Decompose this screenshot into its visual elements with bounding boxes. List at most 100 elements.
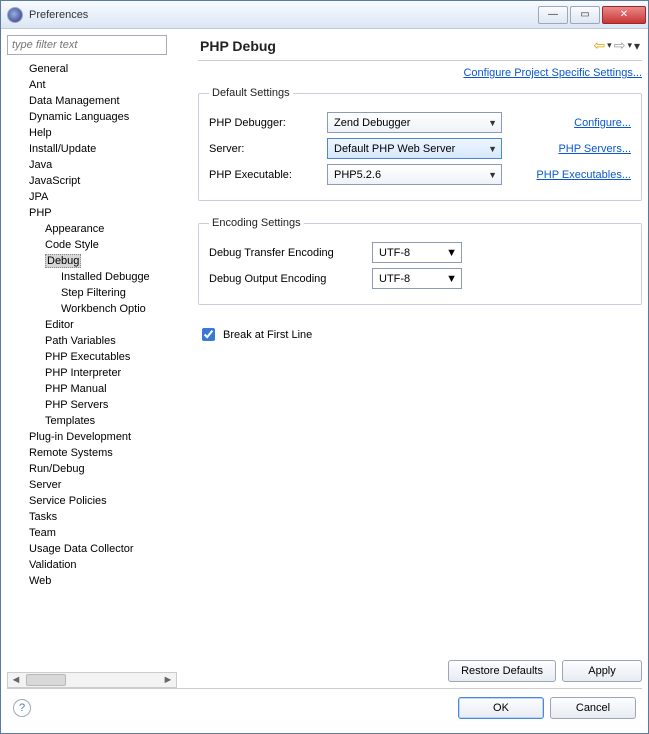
tree-item[interactable]: Tasks [7,509,182,525]
transfer-encoding-value: UTF-8 [379,247,410,259]
tree-item-label: PHP [29,207,52,219]
tree-item[interactable]: Step Filtering [7,285,182,301]
tree-item[interactable]: Web [7,573,182,589]
tree-item[interactable]: Usage Data Collector [7,541,182,557]
debugger-value: Zend Debugger [334,117,410,129]
tree-item[interactable]: Validation [7,557,182,573]
tree-item-label: Service Policies [29,495,107,507]
tree-item[interactable]: Remote Systems [7,445,182,461]
view-menu-icon[interactable]: ▾ [634,39,640,53]
tree-item-label: Usage Data Collector [29,543,134,555]
tree-item[interactable]: JPA [7,189,182,205]
tree-item[interactable]: Templates [7,413,182,429]
scroll-left-icon[interactable]: ◄ [8,674,24,686]
window-title: Preferences [29,9,538,21]
maximize-button[interactable]: ▭ [570,6,600,24]
app-icon [7,7,23,23]
tree-item[interactable]: Debug [7,253,182,269]
dialog-footer: ? OK Cancel [7,688,642,727]
tree-item-label: Java [29,159,52,171]
tree-item[interactable]: Service Policies [7,493,182,509]
tree-item-label: Server [29,479,61,491]
tree-item-label: Workbench Optio [61,303,146,315]
scroll-thumb[interactable] [26,674,66,686]
tree-item[interactable]: PHP Interpreter [7,365,182,381]
tree-item[interactable]: Java [7,157,182,173]
tree-item[interactable]: Appearance [7,221,182,237]
ok-button[interactable]: OK [458,697,544,719]
tree-item[interactable]: Ant [7,77,182,93]
tree-item[interactable]: Server [7,477,182,493]
preferences-window: Preferences — ▭ ✕ GeneralAnt Data Managem… [0,0,649,734]
tree-item[interactable]: Run/Debug [7,461,182,477]
chevron-down-icon: ▼ [446,273,457,285]
tree-item-label: Path Variables [45,335,116,347]
filter-input[interactable] [7,35,167,55]
default-settings-group: Default Settings PHP Debugger: Zend Debu… [198,87,642,201]
tree-item[interactable]: JavaScript [7,173,182,189]
minimize-button[interactable]: — [538,6,568,24]
chevron-down-icon: ▼ [488,118,497,128]
debugger-select[interactable]: Zend Debugger ▼ [327,112,502,133]
back-menu-icon[interactable]: ▾ [607,40,612,51]
tree-item[interactable]: Plug-in Development [7,429,182,445]
tree-item[interactable]: General [7,61,182,77]
restore-defaults-button[interactable]: Restore Defaults [448,660,556,682]
forward-icon[interactable]: ⇨ [614,37,626,54]
tree-item-label: PHP Executables [45,351,130,363]
tree-item[interactable]: Data Management [7,93,182,109]
tree-item-label: Dynamic Languages [29,111,129,123]
tree-item[interactable]: Path Variables [7,333,182,349]
tree-item[interactable]: Editor [7,317,182,333]
tree-item[interactable]: PHP Manual [7,381,182,397]
transfer-encoding-select[interactable]: UTF-8 ▼ [372,242,462,263]
tree-item[interactable]: Install/Update [7,141,182,157]
tree-item[interactable]: PHP [7,205,182,221]
titlebar[interactable]: Preferences — ▭ ✕ [1,1,648,29]
output-encoding-value: UTF-8 [379,273,410,285]
tree-item-label: Tasks [29,511,57,523]
output-encoding-select[interactable]: UTF-8 ▼ [372,268,462,289]
tree-item-label: Appearance [45,223,104,235]
break-first-line-checkbox[interactable] [202,328,215,341]
configure-debugger-link[interactable]: Configure... [574,117,631,129]
tree-item-label: Validation [29,559,77,571]
page-title: PHP Debug [200,38,276,54]
server-select[interactable]: Default PHP Web Server ▼ [327,138,502,159]
help-icon[interactable]: ? [13,699,31,717]
tree-item-label: Web [29,575,51,587]
tree-item[interactable]: PHP Executables [7,349,182,365]
tree-item[interactable]: Help [7,125,182,141]
configure-project-link[interactable]: Configure Project Specific Settings... [463,67,642,79]
tree-item[interactable]: Code Style [7,237,182,253]
cancel-button[interactable]: Cancel [550,697,636,719]
tree-item-label: PHP Manual [45,383,107,395]
back-icon[interactable]: ⇦ [593,37,605,54]
tree-item[interactable]: Workbench Optio [7,301,182,317]
close-button[interactable]: ✕ [602,6,646,24]
content-panel: PHP Debug ⇦ ▾ ⇨ ▾ ▾ Configure Project Sp… [198,35,642,688]
apply-button[interactable]: Apply [562,660,642,682]
scroll-right-icon[interactable]: ► [160,674,176,686]
preferences-tree[interactable]: GeneralAnt Data Management Dynamic Languag… [7,59,182,670]
php-servers-link[interactable]: PHP Servers... [558,143,631,155]
executable-select[interactable]: PHP5.2.6 ▼ [327,164,502,185]
tree-item-label: Editor [45,319,74,331]
tree-item[interactable]: PHP Servers [7,397,182,413]
tree-item[interactable]: Dynamic Languages [7,109,182,125]
php-executables-link[interactable]: PHP Executables... [536,169,631,181]
tree-item[interactable]: Team [7,525,182,541]
tree-item-label: Debug [45,254,81,268]
tree-item-label: Run/Debug [29,463,85,475]
tree-item[interactable]: Installed Debugge [7,269,182,285]
tree-item-label: JPA [29,191,48,203]
forward-menu-icon[interactable]: ▾ [627,40,632,51]
tree-item-label: Team [29,527,56,539]
break-first-line-label: Break at First Line [223,329,312,341]
tree-item-label: Installed Debugge [61,271,150,283]
tree-item-label: Data Management [29,95,120,107]
split-divider[interactable] [188,35,192,688]
nav-buttons: ⇦ ▾ ⇨ ▾ ▾ [593,37,640,54]
horizontal-scrollbar[interactable]: ◄ ► [7,672,177,688]
server-value: Default PHP Web Server [334,143,455,155]
